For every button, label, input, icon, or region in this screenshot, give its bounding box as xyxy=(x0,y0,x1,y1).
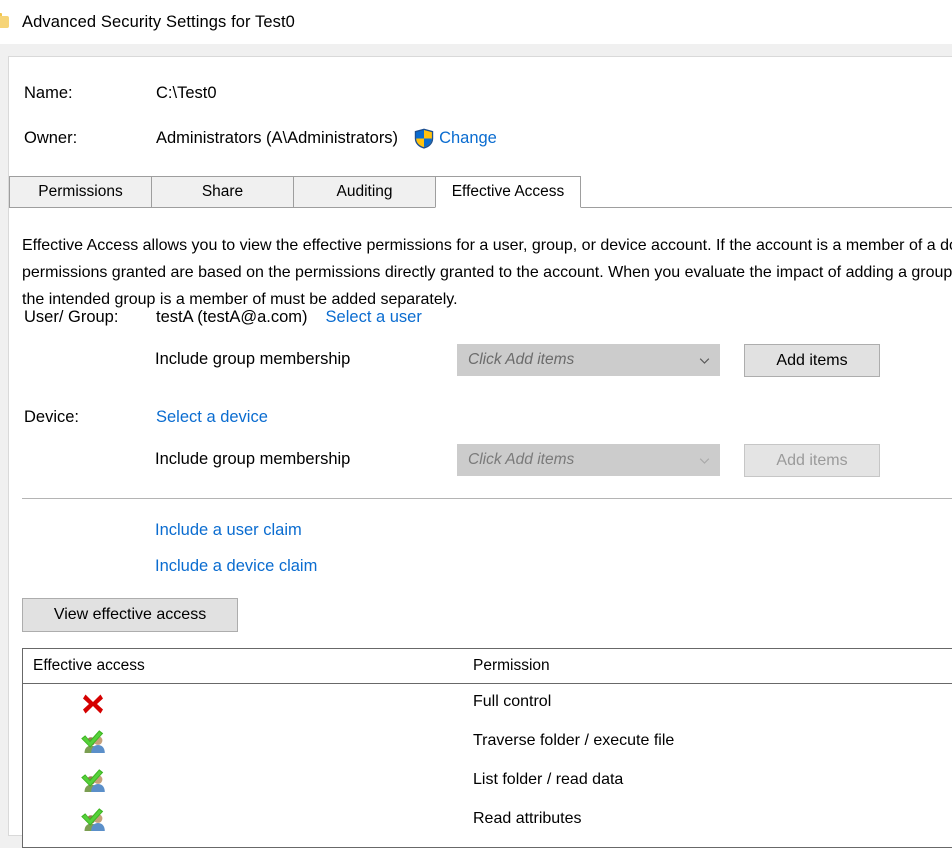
tab-permissions-label: Permissions xyxy=(38,183,123,200)
tab-effective-access-label: Effective Access xyxy=(451,183,565,200)
column-header-permission[interactable]: Permission xyxy=(473,657,550,675)
table-row[interactable]: Full control xyxy=(23,684,952,723)
tab-strip: Permissions Share Auditing Effective Acc… xyxy=(9,176,952,208)
device-group-membership-combobox[interactable]: Click Add items xyxy=(457,444,720,476)
permission-name: Traverse folder / execute file xyxy=(473,732,675,749)
user-group-membership-placeholder: Click Add items xyxy=(468,351,575,368)
permission-name: Read attributes xyxy=(473,810,582,827)
device-label: Device: xyxy=(24,408,80,426)
folder-icon xyxy=(0,13,10,31)
owner-label: Owner: xyxy=(24,129,78,147)
user-group-membership-combobox[interactable]: Click Add items xyxy=(457,344,720,376)
chevron-down-icon xyxy=(699,457,710,464)
name-label: Name: xyxy=(24,84,73,102)
section-divider xyxy=(22,498,952,499)
device-group-membership-placeholder: Click Add items xyxy=(468,451,575,468)
granted-green-check-users-icon xyxy=(81,769,105,792)
effective-access-listview: Effective access Permission Full control… xyxy=(22,648,952,848)
tab-auditing[interactable]: Auditing xyxy=(293,176,436,208)
tab-auditing-label: Auditing xyxy=(336,183,393,200)
view-effective-access-label: View effective access xyxy=(53,606,207,623)
select-a-device-link[interactable]: Select a device xyxy=(156,408,268,427)
user-group-row: User/ Group: testA (testA@a.com) Select … xyxy=(24,308,422,327)
owner-value: Administrators (A\Administrators) xyxy=(156,129,399,147)
device-add-items-label: Add items xyxy=(776,451,848,469)
device-row: Device: Select a device xyxy=(24,408,268,427)
name-row: Name: C:\Test0 xyxy=(24,84,217,103)
granted-green-check-users-icon xyxy=(81,808,105,831)
chevron-down-icon xyxy=(699,357,710,364)
select-a-user-link[interactable]: Select a user xyxy=(326,308,422,327)
user-include-group-membership-label: Include group membership xyxy=(155,350,351,368)
tab-share[interactable]: Share xyxy=(151,176,294,208)
table-row[interactable]: Traverse folder / execute file xyxy=(23,723,952,762)
uac-shield-icon xyxy=(414,128,434,149)
user-add-items-button[interactable]: Add items xyxy=(744,344,880,377)
include-a-device-claim-link[interactable]: Include a device claim xyxy=(155,557,317,576)
listview-header: Effective access Permission xyxy=(23,649,952,684)
tab-effective-access[interactable]: Effective Access xyxy=(435,176,581,208)
name-value: C:\Test0 xyxy=(156,84,217,102)
user-add-items-label: Add items xyxy=(776,351,848,369)
tab-share-label: Share xyxy=(201,183,244,200)
table-row[interactable]: List folder / read data xyxy=(23,762,952,801)
permission-name: List folder / read data xyxy=(473,771,624,788)
change-owner-link[interactable]: Change xyxy=(439,129,497,148)
granted-green-check-users-icon xyxy=(81,730,105,753)
owner-row: Owner: Administrators (A\Administrators)… xyxy=(24,128,497,149)
include-a-user-claim-link[interactable]: Include a user claim xyxy=(155,521,302,540)
denied-red-x-icon xyxy=(83,694,103,714)
view-effective-access-button[interactable]: View effective access xyxy=(22,598,238,632)
window-titlebar: Advanced Security Settings for Test0 xyxy=(0,0,952,44)
tab-permissions[interactable]: Permissions xyxy=(9,176,152,208)
window-title: Advanced Security Settings for Test0 xyxy=(22,12,295,31)
effective-access-description: Effective Access allows you to view the … xyxy=(22,237,952,308)
device-add-items-button: Add items xyxy=(744,444,880,477)
permission-name: Full control xyxy=(473,693,552,710)
user-group-value: testA (testA@a.com) xyxy=(156,308,308,326)
device-include-group-membership-label: Include group membership xyxy=(155,450,351,468)
column-header-effective-access[interactable]: Effective access xyxy=(33,657,145,675)
user-group-label: User/ Group: xyxy=(24,308,119,326)
table-row[interactable]: Read attributes xyxy=(23,801,952,840)
